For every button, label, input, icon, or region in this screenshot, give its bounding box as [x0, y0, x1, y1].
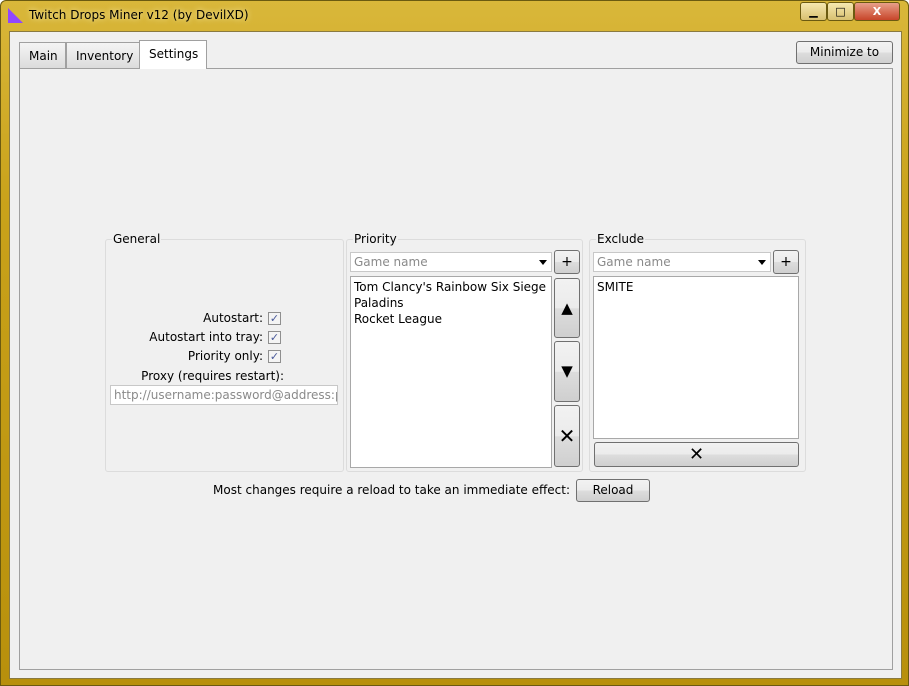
proxy-label: Proxy (requires restart):	[110, 369, 284, 383]
exclude-add-button[interactable]: +	[773, 250, 799, 274]
app-window: Twitch Drops Miner v12 (by DevilXD) ▁ □ …	[0, 0, 909, 686]
exclude-game-combobox[interactable]: Game name	[593, 252, 771, 272]
exclude-title: Exclude	[596, 232, 645, 246]
list-item[interactable]: Rocket League	[354, 311, 548, 327]
list-item[interactable]: SMITE	[597, 279, 795, 295]
list-item[interactable]: Paladins	[354, 295, 548, 311]
exclude-combo-placeholder: Game name	[597, 255, 671, 269]
reload-hint: Most changes require a reload to take an…	[190, 483, 570, 497]
autostart-tray-label: Autostart into tray:	[110, 330, 263, 344]
priority-list[interactable]: Tom Clancy's Rainbow Six Siege Paladins …	[350, 276, 552, 468]
exclude-list[interactable]: SMITE	[593, 276, 799, 439]
autostart-checkbox[interactable]: ✓	[268, 312, 281, 325]
general-title: General	[112, 232, 161, 246]
minimize-window-button[interactable]: ▁	[800, 2, 827, 21]
priority-game-combobox[interactable]: Game name	[350, 252, 552, 272]
chevron-down-icon[interactable]	[758, 260, 766, 265]
autostart-label: Autostart:	[110, 311, 263, 325]
close-window-button[interactable]: X	[854, 2, 900, 21]
client-area: Main Inventory Settings Minimize to Tray…	[9, 31, 902, 679]
chevron-down-icon[interactable]	[539, 260, 547, 265]
tab-main[interactable]: Main	[19, 42, 66, 68]
priority-add-button[interactable]: +	[554, 250, 580, 274]
priority-remove-button[interactable]: ✕	[554, 405, 580, 467]
move-down-button[interactable]: ▼	[554, 341, 580, 402]
app-icon	[8, 8, 23, 23]
priority-title: Priority	[353, 232, 398, 246]
minimize-to-tray-button[interactable]: Minimize to Tray	[796, 41, 893, 64]
priority-only-checkbox[interactable]: ✓	[268, 350, 281, 363]
exclude-remove-button[interactable]: ✕	[594, 442, 799, 467]
autostart-tray-checkbox[interactable]: ✓	[268, 331, 281, 344]
priority-only-label: Priority only:	[110, 349, 263, 363]
list-item[interactable]: Tom Clancy's Rainbow Six Siege	[354, 279, 548, 295]
tab-inventory[interactable]: Inventory	[66, 42, 140, 68]
maximize-window-button[interactable]: □	[827, 2, 854, 21]
move-up-button[interactable]: ▲	[554, 278, 580, 338]
tab-settings[interactable]: Settings	[139, 40, 207, 69]
reload-button[interactable]: Reload	[576, 479, 650, 502]
priority-combo-placeholder: Game name	[354, 255, 428, 269]
window-title: Twitch Drops Miner v12 (by DevilXD)	[29, 8, 249, 22]
proxy-input[interactable]: http://username:password@address:port	[110, 385, 338, 405]
